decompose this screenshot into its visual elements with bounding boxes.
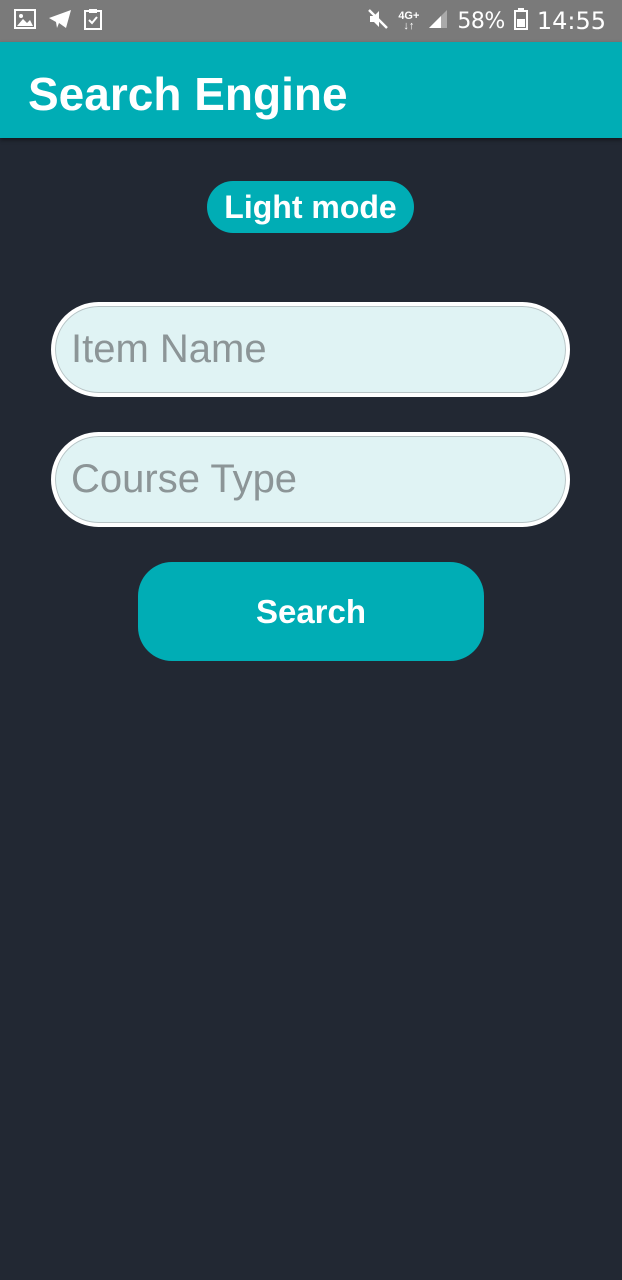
network-type-indicator: 4G+ ↓↑ (398, 11, 419, 32)
status-bar: 4G+ ↓↑ 58% 14:55 (0, 0, 622, 42)
signal-icon (428, 9, 448, 34)
clock-time: 14:55 (536, 7, 606, 35)
app-bar: Search Engine (0, 42, 622, 138)
item-name-input[interactable] (51, 302, 570, 397)
battery-icon (513, 7, 528, 35)
clipboard-check-icon (84, 8, 102, 35)
light-mode-toggle[interactable]: Light mode (207, 181, 414, 233)
status-right-icons: 4G+ ↓↑ 58% 14:55 (367, 7, 606, 35)
course-type-input[interactable] (51, 432, 570, 527)
battery-percent: 58% (457, 8, 505, 34)
status-left-icons (14, 8, 102, 35)
mute-icon (367, 8, 389, 35)
search-button[interactable]: Search (138, 562, 484, 661)
app-title: Search Engine (28, 68, 348, 120)
image-icon (14, 8, 36, 34)
network-activity-arrows: ↓↑ (403, 20, 415, 32)
telegram-icon (48, 9, 72, 34)
